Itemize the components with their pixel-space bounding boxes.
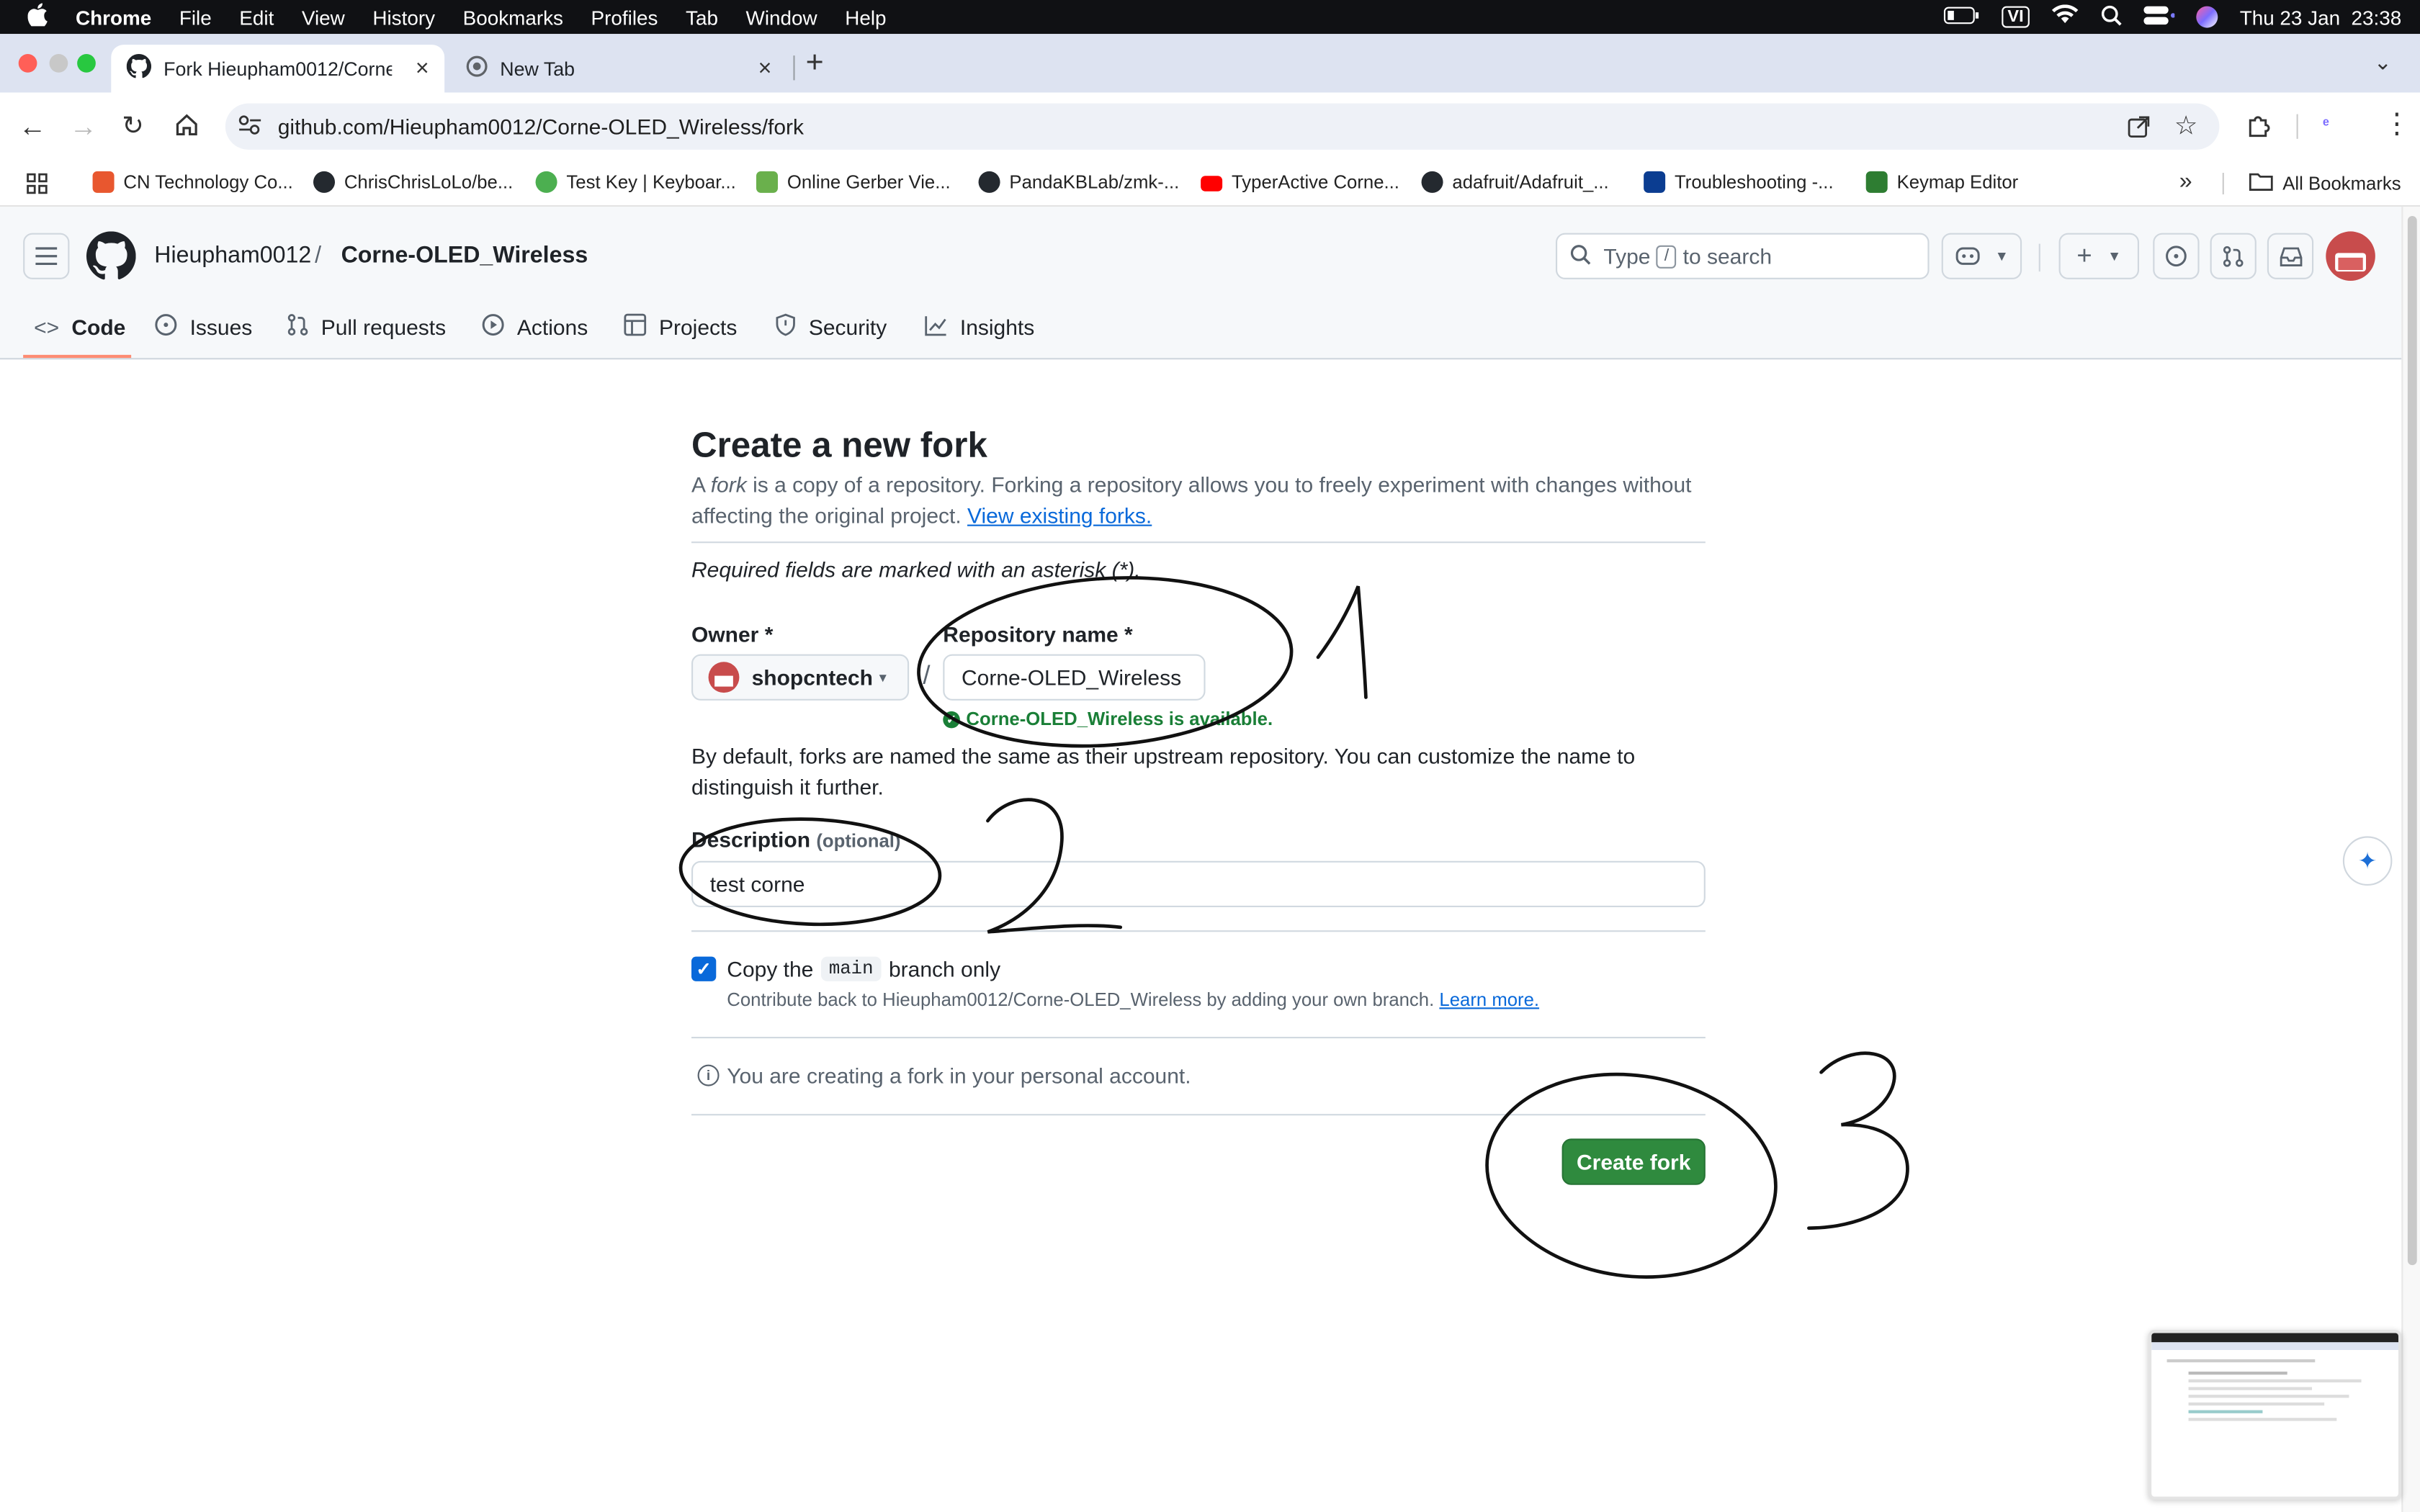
- handwritten-annotations: [678, 576, 1909, 1279]
- annotation-circle-description: [678, 817, 942, 927]
- annotation-circle-repo-name: [917, 576, 1294, 748]
- floating-assistant-button[interactable]: ✦: [2342, 836, 2393, 886]
- screenshot-thumbnail[interactable]: [2148, 1330, 2402, 1500]
- annotation-number-1: [1316, 585, 1368, 699]
- annotation-number-3: [1807, 1051, 1909, 1230]
- annotation-circle-create-fork: [1485, 1072, 1778, 1279]
- scrollbar-thumb[interactable]: [2407, 216, 2417, 1266]
- sparkle-drop-icon: ✦: [2357, 848, 2378, 875]
- page-scrollbar[interactable]: [2401, 207, 2420, 1512]
- annotation-number-2: [986, 798, 1123, 934]
